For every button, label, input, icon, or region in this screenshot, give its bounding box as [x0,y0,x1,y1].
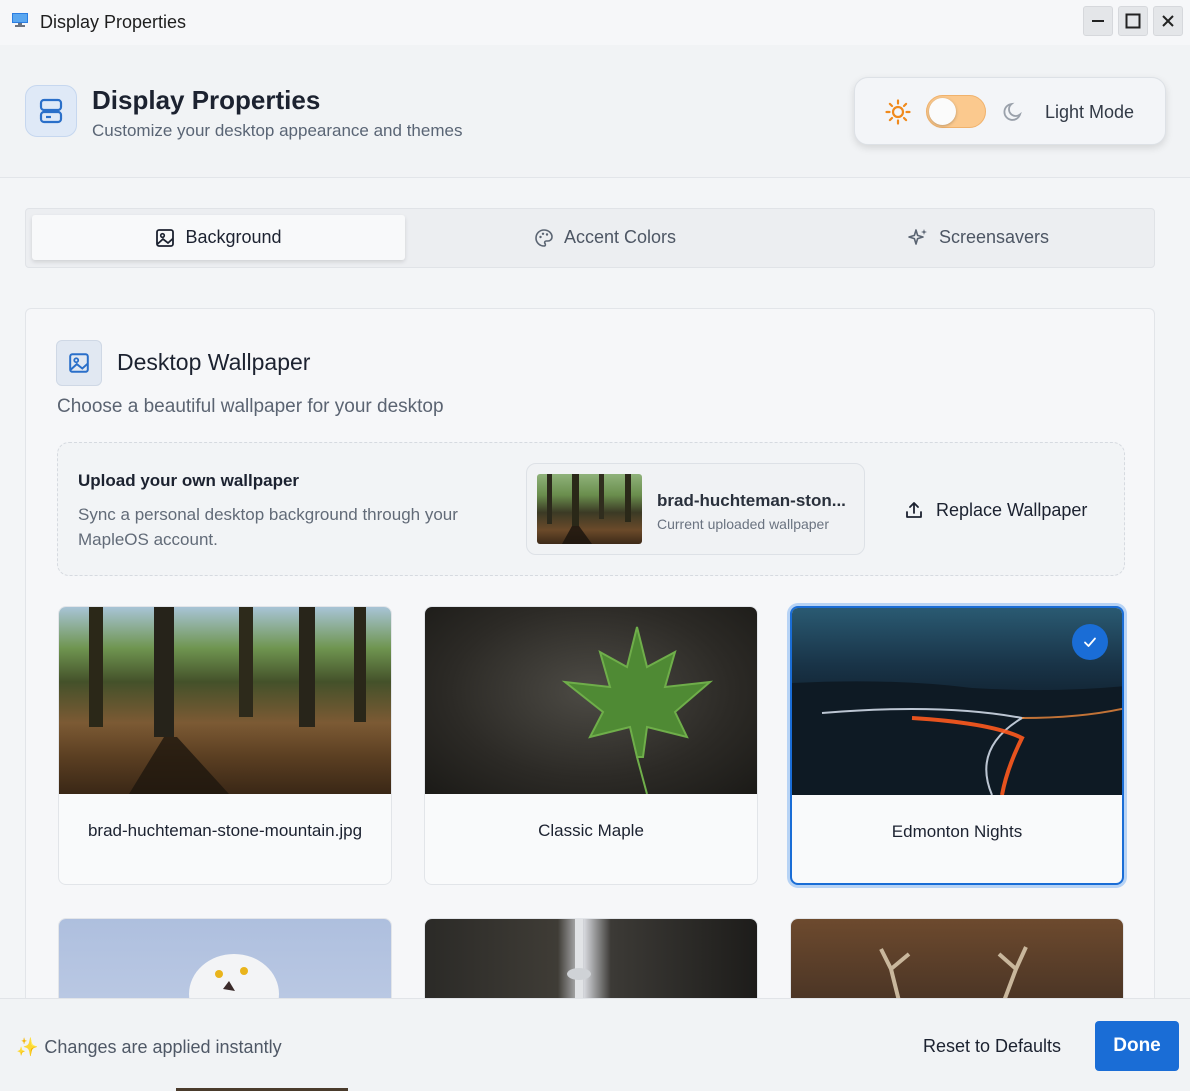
wallpaper-option-snowy-owl[interactable] [58,918,392,1007]
page-title: Display Properties [92,85,321,115]
footer: ✨ Changes are applied instantly Reset to… [0,998,1190,1091]
current-wallpaper: brad-huchteman-ston... Current uploaded … [526,463,865,555]
wallpaper-label: brad-huchteman-stone-mountain.jpg [87,821,363,840]
tab-accent-colors[interactable]: Accent Colors [418,215,792,260]
wallpaper-option-classic-maple[interactable]: Classic Maple [424,606,758,885]
sun-icon [885,99,911,125]
current-wallpaper-caption: Current uploaded wallpaper [657,516,829,532]
upload-description: Sync a personal desktop background throu… [78,505,458,549]
mode-label: Light Mode [1045,102,1135,122]
close-button[interactable] [1153,6,1183,36]
section-subtitle: Choose a beautiful wallpaper for your de… [57,396,444,417]
tab-background[interactable]: Background [32,215,405,260]
wallpaper-label: Edmonton Nights [891,822,1023,841]
selected-check-icon [1072,624,1108,660]
upload-panel: Upload your own wallpaper Sync a persona… [57,442,1125,576]
wallpaper-option-deer[interactable] [790,918,1124,1007]
wallpaper-thumbnail [425,919,757,1007]
wallpaper-option-stone-mountain[interactable]: brad-huchteman-stone-mountain.jpg [58,606,392,885]
tab-bar: Background Accent Colors Screensavers [25,208,1155,268]
reset-defaults-button[interactable]: Reset to Defaults [908,1024,1076,1068]
header: Display Properties Customize your deskto… [0,45,1190,178]
toggle-knob [929,98,956,125]
done-button[interactable]: Done [1095,1021,1179,1071]
moon-icon [1003,102,1022,121]
wallpaper-card: Desktop Wallpaper Choose a beautiful wal… [25,308,1155,1008]
wallpaper-option-edmonton-nights[interactable]: Edmonton Nights [790,606,1124,885]
page-subtitle: Customize your desktop appearance and th… [92,121,463,140]
sparkles-icon [908,228,927,245]
upload-icon [906,502,922,518]
footer-note-text: Changes are applied instantly [44,1037,282,1057]
close-icon [1162,15,1174,27]
replace-wallpaper-label: Replace Wallpaper [936,499,1088,520]
image-icon [56,340,102,386]
wallpaper-thumbnail [425,607,757,794]
tab-label: Background [185,227,282,247]
title-bar: Display Properties [0,0,1190,45]
wallpaper-thumbnail [59,919,391,1007]
current-wallpaper-name: brad-huchteman-ston... [657,491,846,510]
minimize-icon [1092,20,1104,22]
maximize-icon [1125,13,1141,29]
window-title: Display Properties [40,12,187,32]
wallpaper-option-toronto[interactable] [424,918,758,1007]
tab-screensavers[interactable]: Screensavers [791,215,1165,260]
theme-mode-switcher: Light Mode [854,77,1166,145]
upload-title: Upload your own wallpaper [78,471,300,490]
image-icon [156,228,175,247]
monitor-icon [12,13,28,27]
display-settings-icon [25,85,77,137]
palette-icon [535,228,553,247]
section-title: Desktop Wallpaper [117,349,311,375]
tab-label: Screensavers [938,227,1050,247]
tab-label: Accent Colors [563,227,677,247]
wallpaper-label: Classic Maple [538,821,644,840]
dark-mode-toggle[interactable] [926,95,986,128]
replace-wallpaper-button[interactable]: Replace Wallpaper [880,486,1106,534]
wallpaper-thumbnail [791,919,1123,1007]
current-wallpaper-thumbnail [537,474,642,544]
footer-note: ✨ Changes are applied instantly [16,1037,282,1058]
wallpaper-thumbnail [59,607,391,794]
minimize-button[interactable] [1083,6,1113,36]
sparkles-icon: ✨ [16,1037,39,1057]
maximize-button[interactable] [1118,6,1148,36]
